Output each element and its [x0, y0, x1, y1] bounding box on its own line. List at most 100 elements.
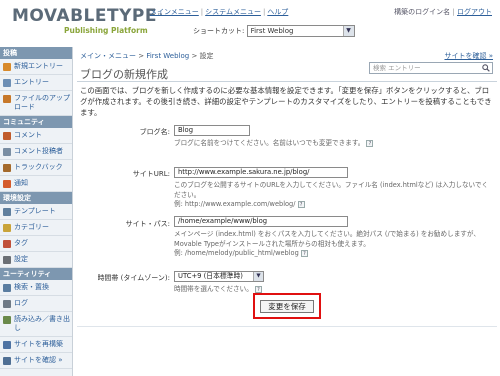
- shortcut-label: ショートカット:: [193, 27, 245, 35]
- entries-icon: [3, 79, 11, 87]
- sidebar-item-settings[interactable]: 設定: [0, 252, 72, 268]
- user-nav: 構築のログイン名 | ログアウト: [394, 8, 492, 16]
- commenters-icon: [3, 148, 11, 156]
- new-entry-icon: [3, 63, 11, 71]
- main-content: メイン・メニュー > First Weblog > 設定 サイトを確認 » ブロ…: [77, 47, 497, 376]
- timezone-label: 時間帯 (タイムゾーン):: [97, 274, 170, 282]
- sidebar-item-category[interactable]: カテゴリー: [0, 220, 72, 236]
- category-icon: [3, 224, 11, 232]
- sidebar: 投稿新規エントリー エントリーファイルのアップロードコミュニティコメントコメント投…: [0, 47, 73, 376]
- sidebar-item-commenters[interactable]: コメント投稿者: [0, 144, 72, 160]
- sidebar-item-upload[interactable]: ファイルのアップロード: [0, 91, 72, 116]
- sidebar-section-header: 環境設定: [0, 192, 72, 204]
- header: MOVABLETYPE™ Publishing Platform メインメニュー…: [0, 0, 500, 46]
- shortcut-selected-value: First Weblog: [250, 27, 294, 35]
- sidebar-item-log[interactable]: ログ: [0, 296, 72, 312]
- sidebar-item-label: 検索・置換: [14, 283, 49, 291]
- breadcrumb-current: 設定: [199, 52, 214, 60]
- sidebar-item-trackback[interactable]: トラックバック: [0, 160, 72, 176]
- sidebar-item-label: 設定: [14, 255, 28, 263]
- sidebar-item-rebuild[interactable]: サイトを再構築: [0, 337, 72, 353]
- sidebar-item-label: コメント: [14, 131, 42, 139]
- timezone-select[interactable]: UTC+9 (日本標準時) ▼: [174, 271, 264, 282]
- bottom-divider: [77, 326, 497, 327]
- timezone-hint: 時間帯を選んでください。 ?: [174, 285, 262, 295]
- blog-name-input[interactable]: Blog: [174, 125, 250, 136]
- site-path-input[interactable]: /home/example/www/blog: [174, 216, 348, 227]
- site-url-hint: このブログを公開するサイトのURLを入力してください。ファイル名 (index.…: [174, 181, 489, 208]
- notification-icon: [3, 180, 11, 188]
- breadcrumb: メイン・メニュー > First Weblog > 設定: [80, 52, 214, 60]
- sidebar-section-header: ユーティリティ: [0, 268, 72, 280]
- tag-icon: [3, 240, 11, 248]
- sidebar-item-import-export[interactable]: 読み込み／書き出し: [0, 312, 72, 337]
- chevron-down-icon: ▼: [253, 272, 263, 281]
- sidebar-item-label: カテゴリー: [14, 223, 49, 231]
- sidebar-item-label: ログ: [14, 299, 28, 307]
- sidebar-item-entries[interactable]: エントリー: [0, 75, 72, 91]
- help-icon[interactable]: ?: [366, 139, 374, 147]
- save-button[interactable]: 変更を保存: [260, 300, 314, 313]
- template-icon: [3, 208, 11, 216]
- user-login-name: 構築のログイン名: [394, 8, 451, 16]
- sidebar-item-view-site[interactable]: サイトを確認 »: [0, 353, 72, 369]
- sidebar-item-new-entry[interactable]: 新規エントリー: [0, 59, 72, 75]
- upload-icon: [3, 95, 11, 103]
- shortcut: ショートカット: First Weblog ▼: [193, 25, 355, 37]
- nav-system-menu[interactable]: システムメニュー: [205, 8, 261, 16]
- search-icon: [3, 284, 11, 292]
- sidebar-item-label: コメント投稿者: [14, 147, 63, 155]
- blog-name-label: ブログ名:: [139, 128, 170, 136]
- import-export-icon: [3, 316, 11, 324]
- sidebar-item-label: サイトを再構築: [14, 340, 63, 348]
- sidebar-item-label: 通知: [14, 179, 28, 187]
- logo-subtitle: Publishing Platform: [64, 26, 148, 35]
- sidebar-item-label: エントリー: [14, 78, 49, 86]
- site-url-input[interactable]: http://www.example.sakura.ne.jp/blog/: [174, 167, 348, 178]
- help-icon[interactable]: ?: [254, 285, 262, 293]
- nav-main-menu[interactable]: メインメニュー: [150, 8, 199, 16]
- sidebar-item-label: タグ: [14, 239, 28, 247]
- shortcut-select[interactable]: First Weblog ▼: [246, 25, 355, 37]
- logo: MOVABLETYPE™ Publishing Platform: [12, 6, 163, 36]
- sidebar-item-label: 読み込み／書き出し: [14, 315, 70, 332]
- sidebar-item-tag[interactable]: タグ: [0, 236, 72, 252]
- site-path-label: サイト・パス:: [125, 220, 170, 228]
- timezone-selected-value: UTC+9 (日本標準時): [178, 272, 243, 280]
- logo-wordmark: MOVABLETYPE: [12, 6, 157, 26]
- sidebar-item-label: サイトを確認 »: [14, 356, 63, 364]
- breadcrumb-blog[interactable]: First Weblog: [146, 52, 189, 60]
- log-icon: [3, 300, 11, 308]
- search-input[interactable]: 検索 エントリー: [369, 62, 493, 74]
- nav-help[interactable]: ヘルプ: [267, 8, 288, 16]
- help-icon[interactable]: ?: [300, 249, 308, 257]
- sidebar-section-header: 投稿: [0, 47, 72, 59]
- save-button-highlight: 変更を保存: [253, 293, 321, 319]
- settings-icon: [3, 256, 11, 264]
- rebuild-icon: [3, 341, 11, 349]
- sidebar-item-search[interactable]: 検索・置換: [0, 280, 72, 296]
- sidebar-item-template[interactable]: テンプレート: [0, 204, 72, 220]
- search-placeholder: 検索 エントリー: [373, 64, 421, 72]
- sidebar-item-label: ファイルのアップロード: [14, 94, 70, 111]
- sidebar-item-label: テンプレート: [14, 207, 56, 215]
- logout-link[interactable]: ログアウト: [457, 8, 492, 16]
- help-icon[interactable]: ?: [297, 200, 305, 208]
- sidebar-item-label: トラックバック: [14, 163, 63, 171]
- top-nav: メインメニュー | システムメニュー | ヘルプ: [150, 8, 289, 16]
- sidebar-section-header: コミュニティ: [0, 116, 72, 128]
- trackback-icon: [3, 164, 11, 172]
- page-title: ブログの新規作成: [80, 68, 168, 81]
- sidebar-item-label: 新規エントリー: [14, 62, 63, 70]
- site-path-hint: メインページ (index.html) をおくパスを入力してください。絶対パス …: [174, 230, 480, 257]
- site-url-label: サイトURL:: [132, 170, 170, 178]
- chevron-down-icon: ▼: [342, 26, 354, 36]
- view-site-link[interactable]: サイトを確認 »: [444, 51, 493, 61]
- search-icon[interactable]: [482, 64, 490, 72]
- breadcrumb-main-menu[interactable]: メイン・メニュー: [80, 52, 136, 60]
- blog-name-hint: ブログに名前をつけてください。名前はいつでも変更できます。 ?: [174, 139, 374, 149]
- sidebar-item-comment[interactable]: コメント: [0, 128, 72, 144]
- sidebar-item-notification[interactable]: 通知: [0, 176, 72, 192]
- intro-text: この画面では、ブログを新しく作成するのに必要な基本情報を設定できます。「変更を保…: [80, 86, 492, 117]
- title-divider: [77, 81, 497, 82]
